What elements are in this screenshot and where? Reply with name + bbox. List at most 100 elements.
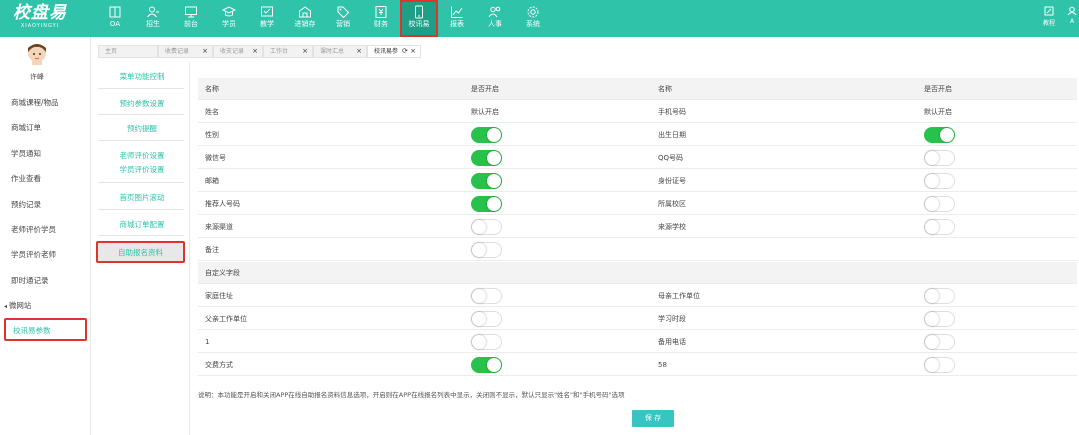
sidebar-item[interactable]: 商城课程/物品 (11, 97, 59, 108)
close-icon[interactable]: × (202, 46, 208, 57)
sidebar-item[interactable]: 作业查看 (11, 173, 41, 184)
sidebar-item[interactable]: 学员通知 (11, 148, 41, 159)
tag-icon (337, 6, 350, 19)
chart-icon (451, 6, 463, 18)
submenu-item[interactable]: 菜单功能控制 (98, 71, 186, 82)
field-name: 手机号码 (658, 108, 686, 116)
account-button[interactable]: A (1065, 4, 1079, 27)
tab-3[interactable]: 收支记录 × (213, 45, 263, 58)
sidebar-item[interactable]: 预约记录 (11, 199, 41, 210)
submenu-divider (98, 88, 184, 89)
toggle-knob (925, 358, 939, 372)
submenu-item[interactable]: 首页图片滚动 (98, 192, 186, 203)
toggle-switch[interactable] (471, 196, 502, 212)
column-header: 名称 (205, 85, 219, 93)
submenu-item[interactable]: 预约参数设置 (98, 98, 186, 109)
nav-item-12[interactable]: 系统 (514, 0, 552, 37)
toggle-switch[interactable] (924, 357, 955, 373)
submenu-item[interactable]: 自助报名资料 (96, 241, 185, 263)
toggle-switch[interactable] (471, 242, 502, 258)
toggle-switch[interactable] (924, 196, 955, 212)
toggle-switch[interactable] (924, 150, 955, 166)
toggle-switch[interactable] (471, 127, 502, 143)
toggle-switch[interactable] (471, 311, 502, 327)
table-row: 性别 出生日期 (198, 124, 1077, 146)
toggle-switch[interactable] (924, 219, 955, 235)
section-title: 自定义字段 (205, 269, 240, 277)
tab-2[interactable]: 收费记录 × (158, 45, 213, 58)
tab-6[interactable]: 校讯易参 ⟳ × (367, 45, 421, 58)
close-icon[interactable]: ⟳ × (402, 46, 416, 57)
warehouse-icon (299, 6, 311, 18)
submenu-divider (98, 209, 184, 210)
toggle-knob (487, 197, 501, 211)
tab-1[interactable]: 主页 (98, 45, 158, 58)
table-row: 家庭住址 母亲工作单位 (198, 285, 1077, 307)
sidebar-item[interactable]: 校讯易参数 (4, 318, 87, 341)
field-name: 性别 (205, 131, 219, 139)
custom-fields-section: 自定义字段 (198, 262, 1077, 284)
toggle-switch[interactable] (471, 334, 502, 350)
field-name: 邮箱 (205, 177, 219, 185)
submenu-divider (98, 235, 184, 236)
toggle-knob (925, 312, 939, 326)
toggle-switch[interactable] (471, 357, 502, 373)
tutorial-label: 教程 (1042, 20, 1055, 27)
toggle-switch[interactable] (471, 173, 502, 189)
field-name: 身份证号 (658, 177, 686, 185)
tab-label: 收费记录 (165, 48, 190, 55)
sidebar-item[interactable]: 老师评价学员 (11, 224, 56, 235)
close-icon[interactable]: × (302, 46, 308, 57)
app-logo: 校盘易 XIAOYINGYI (8, 4, 72, 30)
nav-item-7[interactable]: 营销 (324, 0, 362, 37)
sidebar-item[interactable]: 学员评价老师 (11, 249, 56, 260)
nav-item-11[interactable]: 人事 (476, 0, 514, 37)
nav-item-10[interactable]: 报表 (438, 0, 476, 37)
nav-item-1[interactable]: OA (96, 0, 134, 37)
submenu-item[interactable]: 商城订单配置 (98, 219, 186, 230)
table-row: 备注 (198, 239, 1077, 261)
close-icon[interactable]: × (252, 46, 258, 57)
field-name: 父亲工作单位 (205, 315, 247, 323)
table-row: 推荐人号码 所属校区 (198, 193, 1077, 215)
instruction-note: 说明：本功能是开启和关闭APP在线自助报名资料信息选项，开启则在APP在线报名列… (198, 391, 625, 399)
toggle-knob (940, 128, 954, 142)
tab-4[interactable]: 工作台 × (263, 45, 313, 58)
nav-item-9[interactable]: 校讯易 (400, 0, 438, 37)
submenu-item[interactable]: 学员评价设置 (98, 164, 186, 175)
table-header: 名称 是否开启 名称 是否开启 (198, 78, 1077, 100)
toggle-switch[interactable] (924, 173, 955, 189)
sidebar-item-microsite[interactable]: ◂ 微网站 (4, 300, 31, 311)
field-name: 58 (658, 361, 667, 369)
table-row: 父亲工作单位 学习时段 (198, 308, 1077, 330)
nav-item-4[interactable]: 学员 (210, 0, 248, 37)
save-button[interactable]: 保 存 (632, 410, 674, 427)
nav-item-6[interactable]: 进销存 (286, 0, 324, 37)
toggle-switch[interactable] (924, 288, 955, 304)
toggle-switch[interactable] (471, 219, 502, 235)
close-icon[interactable]: × (356, 46, 362, 57)
toggle-knob (925, 335, 939, 349)
submenu-item[interactable]: 老师评价设置 (98, 150, 186, 161)
sub-menu: 菜单功能控制 预约参数设置 预约提醒老师评价设置 学员评价设置 首页图片滚动 商城订单配置… (92, 62, 190, 435)
submenu-item[interactable]: 预约提醒 (98, 123, 186, 134)
nav-item-5[interactable]: 教学 (248, 0, 286, 37)
nav-item-3[interactable]: 前台 (172, 0, 210, 37)
table-row: 微信号 QQ号码 (198, 147, 1077, 169)
toggle-switch[interactable] (924, 311, 955, 327)
tutorial-button[interactable]: 教程 (1033, 4, 1065, 27)
top-navigation-bar: 校盘易 XIAOYINGYI OA 招生 前台 学员 教学 进销存 营销 财务 校讯易 报表 人事 系… (0, 0, 1079, 37)
username: 许峰 (30, 73, 44, 81)
sidebar-item[interactable]: 即时通记录 (11, 275, 49, 286)
table-row: 姓名 默认开启 手机号码 默认开启 (198, 101, 1077, 123)
toggle-switch[interactable] (471, 150, 502, 166)
sidebar-item[interactable]: 商城订单 (11, 122, 41, 133)
tab-5[interactable]: 课时汇总 × (313, 45, 367, 58)
toggle-switch[interactable] (924, 334, 955, 350)
nav-item-2[interactable]: 招生 (134, 0, 172, 37)
avatar[interactable] (27, 43, 47, 65)
nav-item-8[interactable]: 财务 (362, 0, 400, 37)
toggle-switch[interactable] (471, 288, 502, 304)
toggle-switch[interactable] (924, 127, 955, 143)
field-name: 来源渠道 (205, 223, 233, 231)
